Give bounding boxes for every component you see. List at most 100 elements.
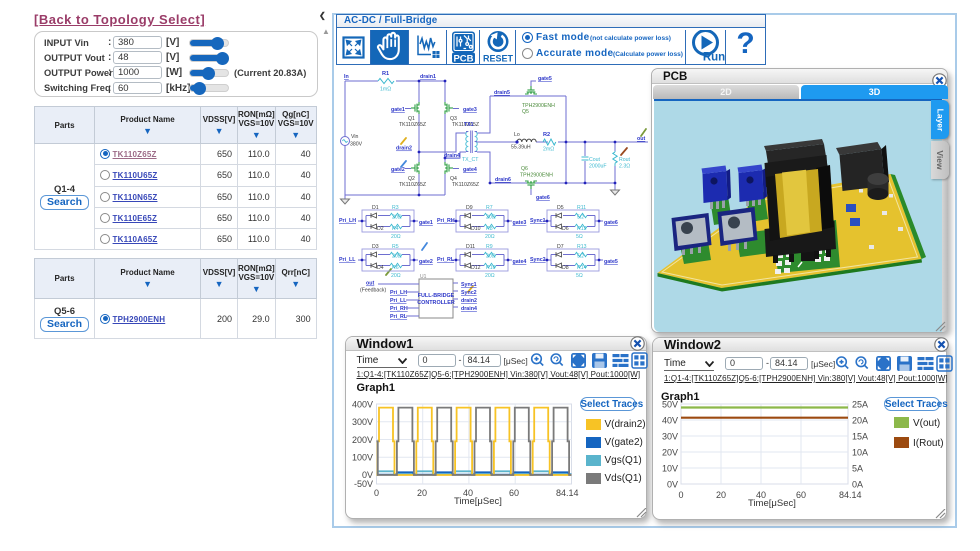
svg-text:Run: Run	[702, 51, 724, 63]
svg-text:5A: 5A	[852, 464, 863, 474]
svg-text:55.39uH: 55.39uH	[511, 145, 531, 151]
svg-text:2000uF: 2000uF	[589, 164, 607, 170]
svg-text:Pri_LL: Pri_LL	[339, 257, 356, 263]
svg-text:Pri_RH: Pri_RH	[390, 306, 408, 312]
svg-text:CONTROLLER: CONTROLLER	[417, 300, 455, 306]
svg-text:RESET: RESET	[483, 53, 514, 63]
svg-text:Sync1: Sync1	[461, 282, 477, 288]
svg-text:20Ω: 20Ω	[486, 254, 496, 260]
svg-text:gate6: gate6	[536, 195, 550, 201]
svg-text:50V: 50V	[662, 400, 678, 410]
svg-text:5Ω: 5Ω	[577, 254, 584, 260]
svg-text:0: 0	[679, 490, 684, 500]
svg-text:drain5: drain5	[494, 90, 510, 96]
svg-text:In: In	[344, 74, 349, 80]
svg-text:R14: R14	[577, 265, 587, 271]
svg-text:Time[μSec]: Time[μSec]	[748, 498, 796, 509]
svg-text:84.14: 84.14	[839, 490, 862, 500]
svg-text:200V: 200V	[351, 435, 372, 445]
svg-text:D9: D9	[466, 205, 473, 211]
svg-text:R10: R10	[486, 265, 496, 271]
svg-text:gate4: gate4	[513, 259, 527, 265]
svg-text:Pri_LH: Pri_LH	[339, 218, 356, 224]
svg-text:gate5: gate5	[604, 259, 618, 265]
svg-text:Pri_LL: Pri_LL	[390, 298, 407, 304]
svg-text:20Ω: 20Ω	[485, 273, 495, 279]
svg-text:R1: R1	[382, 71, 389, 77]
svg-text:R7: R7	[486, 205, 493, 211]
svg-text:TK110Z65Z: TK110Z65Z	[399, 182, 426, 188]
svg-text:drain4: drain4	[444, 153, 460, 159]
svg-text:PCB: PCB	[453, 53, 473, 64]
svg-text:FULL-BRIDGE: FULL-BRIDGE	[418, 293, 455, 299]
svg-text:5Ω: 5Ω	[576, 273, 583, 279]
svg-text:20A: 20A	[852, 416, 868, 426]
svg-text:gate2: gate2	[391, 167, 405, 173]
svg-text:Sync2: Sync2	[461, 290, 477, 296]
svg-text:5Ω: 5Ω	[576, 234, 583, 240]
svg-text:84.14: 84.14	[556, 488, 579, 498]
svg-text:R3: R3	[392, 205, 399, 211]
svg-text:drain2: drain2	[461, 298, 477, 304]
svg-text:40V: 40V	[662, 416, 678, 426]
svg-text:Rout: Rout	[619, 157, 631, 163]
svg-text:Q5: Q5	[522, 109, 529, 115]
svg-text:R6: R6	[392, 265, 399, 271]
svg-text:20Ω: 20Ω	[485, 234, 495, 240]
svg-text:D1: D1	[372, 205, 379, 211]
svg-text:Lo: Lo	[514, 132, 520, 138]
svg-text:Pri_LH: Pri_LH	[390, 290, 407, 296]
svg-text:D7: D7	[557, 244, 564, 250]
svg-text:gate3: gate3	[463, 107, 477, 113]
svg-text:-50V: -50V	[353, 479, 372, 489]
svg-text:380V: 380V	[350, 142, 363, 148]
svg-text:Pri_RL: Pri_RL	[390, 314, 408, 320]
svg-text:20Ω: 20Ω	[391, 234, 401, 240]
svg-text:D2: D2	[377, 226, 384, 232]
svg-text:20Ω: 20Ω	[486, 215, 496, 221]
svg-text:out: out	[366, 281, 374, 287]
svg-text:TK110Z65Z: TK110Z65Z	[399, 122, 426, 128]
svg-text:R8: R8	[486, 226, 493, 232]
svg-text:Cout: Cout	[589, 157, 601, 163]
svg-text:20: 20	[716, 490, 726, 500]
svg-text:5Ω: 5Ω	[577, 215, 584, 221]
svg-text:Q6: Q6	[521, 166, 528, 172]
svg-text:60: 60	[796, 490, 806, 500]
svg-text:gate3: gate3	[513, 220, 527, 226]
svg-text:R2: R2	[543, 132, 550, 138]
svg-text:R5: R5	[392, 244, 399, 250]
svg-text:R12: R12	[577, 226, 587, 232]
svg-text:R9: R9	[486, 244, 493, 250]
svg-text:out: out	[637, 136, 645, 142]
svg-text:(Feedback): (Feedback)	[360, 288, 387, 294]
svg-text:D10: D10	[471, 226, 481, 232]
svg-text:D12: D12	[471, 265, 481, 271]
svg-text:D4: D4	[377, 265, 384, 271]
svg-text:gate6: gate6	[604, 220, 618, 226]
svg-text:gate4: gate4	[463, 167, 477, 173]
svg-text:Vin: Vin	[351, 134, 359, 140]
svg-text:15A: 15A	[852, 432, 868, 442]
svg-text:10A: 10A	[852, 448, 868, 458]
svg-text:100V: 100V	[351, 453, 372, 463]
svg-text:gate1: gate1	[391, 107, 405, 113]
svg-text:TK110Z65Z: TK110Z65Z	[452, 182, 479, 188]
svg-text:25A: 25A	[852, 400, 868, 410]
svg-text:0A: 0A	[852, 480, 863, 490]
svg-text:20: 20	[417, 488, 427, 498]
svg-text:0V: 0V	[667, 480, 678, 490]
svg-text:2mΩ: 2mΩ	[543, 147, 554, 153]
svg-text:2.3Ω: 2.3Ω	[619, 164, 630, 170]
svg-text:D8: D8	[562, 265, 569, 271]
svg-text:20Ω: 20Ω	[392, 254, 402, 260]
svg-text:20Ω: 20Ω	[391, 273, 401, 279]
svg-text:D3: D3	[372, 244, 379, 250]
svg-text:300V: 300V	[351, 417, 372, 427]
svg-text:R11: R11	[577, 205, 586, 211]
svg-text:0: 0	[374, 488, 379, 498]
svg-text:drain4: drain4	[461, 306, 477, 312]
svg-text:R13: R13	[577, 244, 587, 250]
svg-text:30V: 30V	[662, 432, 678, 442]
svg-text:TX_CT: TX_CT	[462, 157, 479, 163]
